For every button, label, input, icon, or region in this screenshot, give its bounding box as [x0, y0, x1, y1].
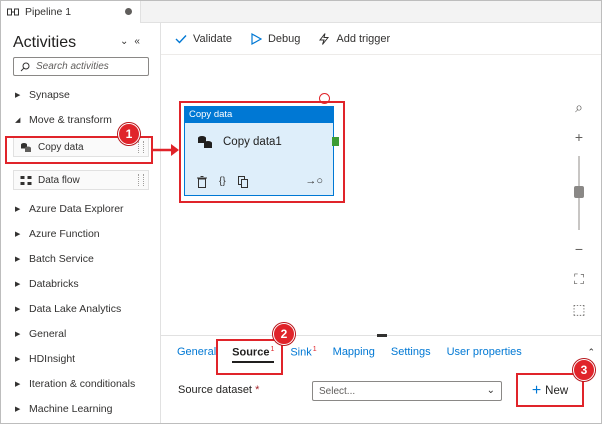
tab-general[interactable]: General — [177, 346, 216, 359]
chevron-right-icon: ▶ — [15, 281, 21, 288]
callout-3-highlight — [516, 373, 584, 407]
drag-handle-icon[interactable] — [138, 174, 144, 186]
chevron-right-icon: ▶ — [15, 256, 21, 263]
tab-label: User properties — [446, 346, 522, 358]
tab-title: Pipeline 1 — [25, 6, 72, 18]
search-box[interactable] — [13, 57, 149, 76]
debug-label: Debug — [267, 32, 301, 45]
add-trigger-button[interactable]: Add trigger — [318, 33, 390, 45]
category-label: Synapse — [29, 89, 70, 101]
category-item[interactable]: ▶ Machine Learning — [15, 403, 112, 415]
select-value: Select... — [319, 385, 356, 397]
tab-label: Settings — [390, 346, 431, 358]
required-mark: * — [255, 384, 260, 396]
tab-sink[interactable]: Sink1 — [290, 346, 316, 359]
add-trigger-label: Add trigger — [336, 32, 391, 45]
tab-label: Mapping — [332, 346, 375, 358]
tab-settings[interactable]: Settings — [391, 346, 431, 359]
play-icon — [251, 32, 262, 45]
category-item[interactable]: ▶ Azure Data Explorer — [15, 203, 124, 215]
category-label: Azure Function — [29, 228, 100, 240]
tab-label: General — [177, 346, 217, 358]
callout-badge-1: 1 — [118, 123, 140, 145]
category-label: Databricks — [29, 278, 79, 290]
sidebar-controls: ⌄ « — [120, 36, 140, 47]
zoom-controls: ⌕ + − ⛶ ⬚ — [567, 96, 595, 328]
collapse-all-icon[interactable]: ⌄ — [120, 36, 128, 47]
auto-align-icon[interactable]: ⬚ — [567, 298, 591, 320]
search-icon — [20, 62, 30, 71]
tab-mapping[interactable]: Mapping — [333, 346, 375, 359]
category-synapse[interactable]: ▶ Synapse — [15, 89, 70, 101]
unsaved-dot-icon — [125, 8, 132, 15]
validate-button[interactable]: Validate — [175, 33, 232, 45]
chevron-right-icon: ▶ — [15, 406, 21, 413]
category-item[interactable]: ▶ Azure Function — [15, 228, 100, 240]
pipeline-icon — [7, 8, 19, 16]
category-label: General — [29, 328, 67, 340]
callout-badge-2: 2 — [273, 323, 295, 345]
tab-pipeline-1[interactable]: Pipeline 1 — [1, 1, 141, 23]
activity-data-flow[interactable]: Data flow — [13, 170, 149, 190]
chevron-right-icon: ▶ — [15, 231, 21, 238]
category-label: Move & transform — [29, 114, 112, 126]
chevron-right-icon: ▶ — [15, 356, 21, 363]
pipeline-toolbar: Validate Debug Add trigger — [161, 23, 601, 55]
debug-button[interactable]: Debug — [250, 32, 301, 45]
checkmark-icon — [175, 34, 187, 44]
activity-label: Data flow — [38, 174, 80, 186]
chevron-right-icon: ▶ — [15, 206, 21, 213]
error-count-badge: 1 — [312, 346, 317, 353]
tab-user-properties[interactable]: User properties — [447, 346, 522, 359]
zoom-out-icon[interactable]: − — [567, 238, 591, 260]
activities-sidebar: Activities ⌄ « ▶ Synapse ◢ Move & transf… — [1, 23, 161, 423]
fit-to-screen-icon[interactable]: ⛶ — [567, 268, 591, 290]
source-dataset-label: Source dataset * — [178, 384, 259, 396]
category-move-transform[interactable]: ◢ Move & transform — [15, 114, 112, 126]
category-label: Data Lake Analytics — [29, 303, 122, 315]
category-label: Batch Service — [29, 253, 94, 265]
category-item[interactable]: ▶ Data Lake Analytics — [15, 303, 121, 315]
chevron-right-icon: ▶ — [15, 92, 21, 99]
zoom-thumb[interactable] — [574, 186, 584, 198]
category-label: Machine Learning — [29, 403, 113, 415]
validate-label: Validate — [193, 32, 232, 45]
callout-badge-3: 3 — [573, 359, 595, 381]
lightning-icon — [319, 32, 330, 45]
search-input[interactable] — [36, 61, 146, 72]
zoom-search-icon[interactable]: ⌕ — [567, 96, 591, 118]
callout-2-highlight — [216, 339, 283, 375]
chevron-up-icon[interactable]: ⌃ — [587, 347, 595, 358]
tab-strip: Pipeline 1 — [1, 1, 601, 23]
zoom-slider[interactable] — [567, 156, 591, 230]
panel-resize-handle[interactable] — [377, 334, 387, 337]
source-dataset-select[interactable]: Select... ⌄ — [312, 381, 502, 401]
chevron-right-icon: ▶ — [15, 306, 21, 313]
chevron-right-icon: ▶ — [15, 381, 21, 388]
category-item[interactable]: ▶ Databricks — [15, 278, 79, 290]
sidebar-title: Activities — [13, 34, 77, 51]
category-label: HDInsight — [29, 353, 76, 365]
field-label: Source dataset — [178, 384, 252, 396]
zoom-in-icon[interactable]: + — [567, 126, 591, 148]
category-item[interactable]: ▶ Batch Service — [15, 253, 94, 265]
category-item[interactable]: ▶ General — [15, 328, 66, 340]
category-item[interactable]: ▶ Iteration & conditionals — [15, 378, 135, 390]
chevron-down-icon: ◢ — [15, 117, 21, 124]
tab-label: Sink — [290, 346, 312, 359]
collapse-panel-icon[interactable]: « — [134, 36, 140, 47]
callout-node-highlight — [179, 101, 345, 203]
data-flow-icon — [20, 175, 32, 185]
chevron-down-icon: ⌄ — [486, 385, 495, 396]
app-frame: Pipeline 1 Activities ⌄ « ▶ Synapse ◢ Mo… — [0, 0, 602, 424]
category-label: Azure Data Explorer — [29, 203, 124, 215]
category-item[interactable]: ▶ HDInsight — [15, 353, 75, 365]
category-label: Iteration & conditionals — [29, 378, 136, 390]
chevron-right-icon: ▶ — [15, 331, 21, 338]
